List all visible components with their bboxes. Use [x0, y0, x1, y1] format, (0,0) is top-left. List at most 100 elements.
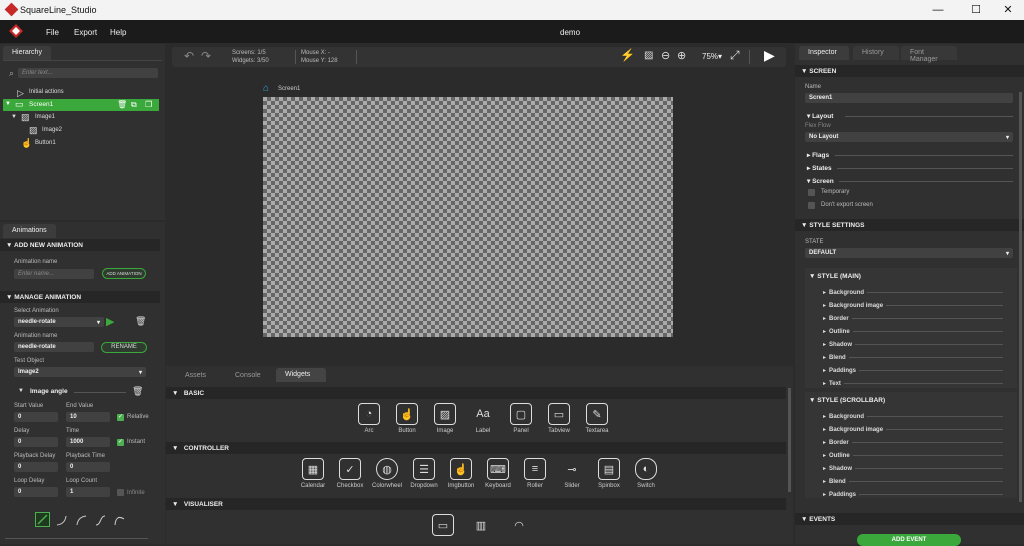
style-property-row[interactable]: ▸ Border: [823, 312, 1003, 325]
tab-console[interactable]: Console: [226, 369, 272, 383]
basic-section-header[interactable]: ▼ BASIC: [166, 387, 786, 399]
widget-button[interactable]: ☝ Button: [390, 403, 424, 434]
add-animation-button[interactable]: ADD ANIMATION: [102, 268, 146, 279]
tab-font-manager[interactable]: Font Manager: [901, 46, 957, 63]
copy-icon[interactable]: ❐: [145, 100, 152, 109]
style-property-row[interactable]: ▸ Background: [823, 410, 1003, 423]
redo-icon[interactable]: ↷: [201, 49, 211, 63]
temporary-checkbox[interactable]: [808, 189, 815, 196]
loop-count-input[interactable]: 1: [66, 487, 110, 497]
canvas-area[interactable]: ⌂ Screen1: [166, 70, 793, 366]
collapse-arrow-icon[interactable]: ▼: [11, 114, 17, 120]
screen-section-header[interactable]: ▼ SCREEN: [795, 65, 1024, 77]
duplicate-icon[interactable]: ⧉: [131, 100, 137, 110]
widget-bar[interactable]: ▭: [426, 514, 460, 539]
widget-switch[interactable]: ◐ Switch: [629, 458, 663, 489]
style-property-row[interactable]: ▸ Background image: [823, 423, 1003, 436]
ease-linear-button[interactable]: [35, 512, 50, 527]
add-event-button[interactable]: ADD EVENT: [857, 534, 961, 546]
style-main-toggle[interactable]: ▼ STYLE (MAIN): [809, 273, 861, 280]
collapse-arrow-icon[interactable]: ▼: [5, 101, 11, 107]
menu-file[interactable]: File: [46, 28, 59, 37]
tab-widgets[interactable]: Widgets: [276, 368, 326, 382]
dont-export-checkbox[interactable]: [808, 202, 815, 209]
states-toggle[interactable]: ▸ States: [807, 164, 832, 172]
widget-tabview[interactable]: ▭ Tabview: [542, 403, 576, 434]
animation-name-field[interactable]: needle-rotate: [14, 342, 94, 352]
widget-label-item[interactable]: Aa Label: [466, 403, 500, 434]
minimize-button[interactable]: —: [924, 2, 952, 18]
style-property-row[interactable]: ▸ Border: [823, 436, 1003, 449]
scrollbar[interactable]: [788, 388, 791, 492]
inspector-scrollbar[interactable]: [1019, 92, 1022, 502]
tree-item-initial-actions[interactable]: Initial actions: [29, 89, 64, 95]
delete-animation-icon[interactable]: 🗑: [135, 316, 146, 327]
widget-keyboard[interactable]: ⌨ Keyboard: [481, 458, 515, 489]
play-animation-icon[interactable]: ▶: [106, 315, 114, 328]
layout-dropdown[interactable]: No Layout ▾: [805, 132, 1013, 142]
delay-input[interactable]: 0: [14, 437, 58, 447]
style-property-row[interactable]: ▸ Text: [823, 377, 1003, 390]
style-property-row[interactable]: ▸ Paddings: [823, 488, 1003, 501]
widget-chart[interactable]: ▥: [464, 514, 498, 539]
widget-dropdown[interactable]: ☰ Dropdown: [407, 458, 441, 489]
tree-item-image2[interactable]: Image2: [42, 127, 62, 133]
fit-screen-icon[interactable]: ⤢: [730, 48, 740, 63]
playback-delay-input[interactable]: 0: [14, 462, 58, 472]
time-input[interactable]: 1000: [66, 437, 110, 447]
lightning-icon[interactable]: ⚡: [620, 48, 635, 62]
style-property-row[interactable]: ▸ Blend: [823, 475, 1003, 488]
tree-item-screen1[interactable]: ▼ ▭ Screen1 🗑 ⧉ ❐: [3, 99, 159, 111]
menu-export[interactable]: Export: [74, 28, 97, 37]
maximize-button[interactable]: ☐: [962, 2, 990, 18]
widget-slider[interactable]: ⊸ Slider: [555, 458, 589, 490]
style-property-row[interactable]: ▸ Background: [823, 286, 1003, 299]
start-value-input[interactable]: 0: [14, 412, 58, 422]
style-property-row[interactable]: ▸ Paddings: [823, 364, 1003, 377]
style-property-row[interactable]: ▸ Outline: [823, 325, 1003, 338]
zoom-dropdown[interactable]: 75%▾: [702, 52, 722, 61]
widget-roller[interactable]: ≡ Roller: [518, 458, 552, 489]
background-image-icon[interactable]: ▨: [644, 50, 653, 61]
ease-in-out-icon[interactable]: [95, 514, 107, 526]
zoom-in-icon[interactable]: ⊕: [677, 49, 686, 62]
style-scrollbar-toggle[interactable]: ▼ STYLE (SCROLLBAR): [809, 397, 885, 404]
rename-button[interactable]: RENAME: [101, 342, 147, 353]
widget-colorwheel[interactable]: ◍ Colorwheel: [370, 458, 404, 489]
widget-calendar[interactable]: ▦ Calendar: [296, 458, 330, 489]
tree-item-button1[interactable]: Button1: [35, 140, 56, 146]
infinite-checkbox[interactable]: [117, 489, 124, 496]
relative-checkbox[interactable]: ✓: [117, 414, 124, 421]
widget-arc[interactable]: ◔ Arc: [352, 403, 386, 434]
layout-toggle[interactable]: ▾ Layout: [807, 112, 833, 120]
style-property-row[interactable]: ▸ Background image: [823, 299, 1003, 312]
loop-delay-input[interactable]: 0: [14, 487, 58, 497]
close-button[interactable]: ✕: [994, 2, 1022, 18]
delete-property-icon[interactable]: 🗑: [132, 386, 143, 397]
visualiser-section-header[interactable]: ▼ VISUALISER: [166, 498, 786, 510]
animation-name-input[interactable]: Enter name...: [14, 269, 94, 279]
overshoot-icon[interactable]: [114, 514, 126, 526]
flags-toggle[interactable]: ▸ Flags: [807, 151, 829, 159]
menu-help[interactable]: Help: [110, 28, 126, 37]
delete-icon[interactable]: 🗑: [117, 100, 127, 109]
style-property-row[interactable]: ▸ Outline: [823, 449, 1003, 462]
hierarchy-search-input[interactable]: Enter text...: [18, 68, 158, 78]
tab-inspector[interactable]: Inspector: [799, 46, 849, 60]
collapse-arrow-icon[interactable]: ▼: [18, 388, 24, 394]
widget-image[interactable]: ▨ Image: [428, 403, 462, 434]
tab-assets[interactable]: Assets: [176, 369, 218, 383]
screen-toggle[interactable]: ▾ Screen: [807, 177, 834, 185]
widget-imgbutton[interactable]: ☝ Imgbutton: [444, 458, 478, 489]
widget-checkbox[interactable]: ✓ Checkbox: [333, 458, 367, 489]
test-object-dropdown[interactable]: Image2 ▾: [14, 367, 146, 377]
controller-section-header[interactable]: ▼ CONTROLLER: [166, 442, 786, 454]
tab-history[interactable]: History: [853, 46, 899, 60]
manage-animation-header[interactable]: ▼ MANAGE ANIMATION: [0, 291, 160, 303]
add-animation-header[interactable]: ▼ ADD NEW ANIMATION: [0, 239, 160, 251]
screen-name-input[interactable]: Screen1: [805, 93, 1013, 103]
widget-textarea[interactable]: ✎ Textarea: [580, 403, 614, 434]
events-header[interactable]: ▼ EVENTS: [795, 513, 1024, 525]
state-dropdown[interactable]: DEFAULT ▾: [805, 248, 1013, 258]
playback-time-input[interactable]: 0: [66, 462, 110, 472]
